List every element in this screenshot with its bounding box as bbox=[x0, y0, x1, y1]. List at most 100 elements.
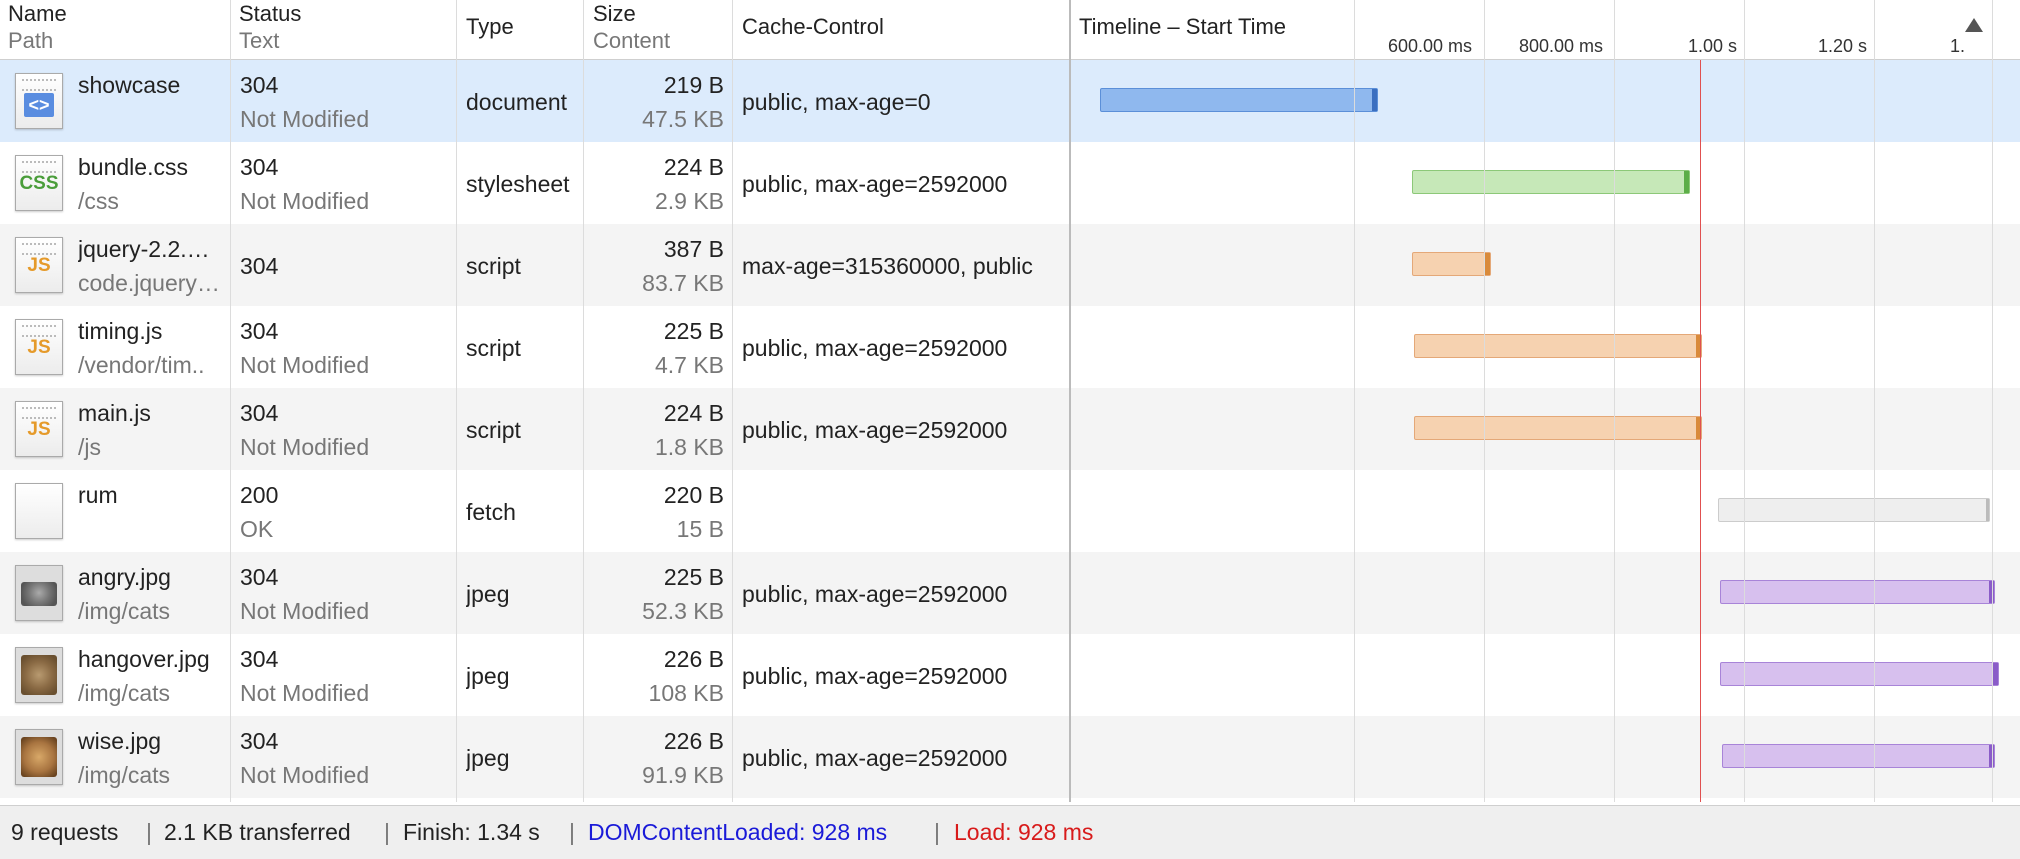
table-row[interactable]: <> showcase 304 Not Modified document 21… bbox=[0, 60, 2020, 142]
document-icon: <> bbox=[15, 73, 63, 129]
timeline-bar bbox=[1718, 498, 1990, 522]
timeline-bar bbox=[1412, 170, 1690, 194]
status-column-header[interactable]: Status Text bbox=[231, 0, 456, 59]
summary-separator: | bbox=[384, 819, 390, 845]
transfer-size: 219 B bbox=[663, 72, 724, 98]
timeline-gridline bbox=[1992, 0, 1993, 802]
resource-type: jpeg bbox=[466, 745, 510, 771]
timeline-bar bbox=[1720, 662, 1999, 686]
timeline-tick-label: 1.20 s bbox=[1818, 36, 1868, 56]
request-name: timing.js bbox=[78, 318, 163, 344]
type-column-header[interactable]: Type bbox=[458, 0, 583, 59]
status-code: 304 bbox=[240, 400, 279, 426]
timeline-bar bbox=[1412, 252, 1491, 276]
resource-type: document bbox=[466, 89, 568, 115]
table-row[interactable]: CSS bundle.css /css 304 Not Modified sty… bbox=[0, 142, 2020, 224]
content-size: 83.7 KB bbox=[642, 270, 724, 296]
sort-ascending-icon[interactable] bbox=[1965, 18, 1983, 32]
size-header-label: Size bbox=[593, 1, 636, 26]
request-count: 9 requests bbox=[11, 819, 119, 845]
status-text: Not Modified bbox=[240, 352, 370, 378]
request-path: /vendor/tim.. bbox=[78, 352, 205, 378]
resource-type: jpeg bbox=[466, 581, 510, 607]
column-divider[interactable] bbox=[1069, 0, 1071, 802]
status-text: OK bbox=[240, 516, 274, 542]
timeline-bar bbox=[1414, 334, 1702, 358]
transfer-size: 387 B bbox=[663, 236, 724, 262]
table-row[interactable]: JS jquery-2.2.… code.jquery… 304 script … bbox=[0, 224, 2020, 306]
table-row[interactable]: JS main.js /js 304 Not Modified script 2… bbox=[0, 388, 2020, 470]
status-text: Not Modified bbox=[240, 680, 370, 706]
request-name: hangover.jpg bbox=[78, 646, 210, 672]
request-name: showcase bbox=[78, 72, 181, 98]
status-code: 304 bbox=[240, 154, 279, 180]
timeline-bar bbox=[1414, 416, 1702, 440]
column-divider[interactable] bbox=[230, 0, 231, 802]
cache-control-value: public, max-age=2592000 bbox=[742, 581, 1008, 607]
table-row[interactable]: angry.jpg /img/cats 304 Not Modified jpe… bbox=[0, 552, 2020, 634]
name-header-label: Name bbox=[8, 1, 67, 26]
table-row[interactable]: rum 200 OK fetch 220 B 15 B bbox=[0, 470, 2020, 552]
domcontentloaded-time: DOMContentLoaded: 928 ms bbox=[588, 819, 888, 845]
transfer-size: 226 B bbox=[663, 646, 724, 672]
timeline-gridline bbox=[1744, 0, 1745, 802]
content-size: 2.9 KB bbox=[654, 188, 724, 214]
cat-image-icon bbox=[15, 729, 63, 785]
request-path: /img/cats bbox=[78, 598, 171, 624]
timeline-column-header[interactable]: Timeline – Start Time bbox=[1071, 0, 1351, 59]
request-name: rum bbox=[78, 482, 118, 508]
timeline-bar bbox=[1100, 88, 1378, 112]
content-size: 91.9 KB bbox=[642, 762, 724, 788]
resource-type: script bbox=[466, 335, 521, 361]
cache-control-header-label: Cache-Control bbox=[742, 14, 884, 39]
request-name: wise.jpg bbox=[78, 728, 162, 754]
timeline-tick-label: 1.00 s bbox=[1688, 36, 1738, 56]
column-header-row: Name Path Status Text Type Size Content … bbox=[0, 0, 2020, 60]
status-text: Not Modified bbox=[240, 188, 370, 214]
column-divider[interactable] bbox=[732, 0, 733, 802]
status-code: 200 bbox=[240, 482, 279, 508]
cache-control-column-header[interactable]: Cache-Control bbox=[734, 0, 1069, 59]
table-row[interactable]: wise.jpg /img/cats 304 Not Modified jpeg… bbox=[0, 716, 2020, 798]
js-file-icon: JS bbox=[15, 237, 63, 293]
status-code: 304 bbox=[240, 564, 279, 590]
column-divider[interactable] bbox=[456, 0, 457, 802]
status-code: 304 bbox=[240, 646, 279, 672]
column-divider[interactable] bbox=[583, 0, 584, 802]
transferred-size: 2.1 KB transferred bbox=[164, 819, 351, 845]
transfer-size: 226 B bbox=[663, 728, 724, 754]
cache-control-value: public, max-age=2592000 bbox=[742, 745, 1008, 771]
path-header-label: Path bbox=[8, 28, 54, 53]
transfer-size: 225 B bbox=[663, 318, 724, 344]
timeline-gridline bbox=[1354, 0, 1355, 802]
summary-separator: | bbox=[934, 819, 940, 845]
network-summary-bar: 9 requests | 2.1 KB transferred | Finish… bbox=[0, 805, 2020, 859]
status-code: 304 bbox=[240, 318, 279, 344]
content-size: 4.7 KB bbox=[654, 352, 724, 378]
text-header-label: Text bbox=[239, 28, 280, 53]
cache-control-value: max-age=315360000, public bbox=[742, 253, 1033, 279]
status-text: Not Modified bbox=[240, 762, 370, 788]
status-text: Not Modified bbox=[240, 598, 370, 624]
content-header-label: Content bbox=[593, 28, 671, 53]
content-size: 52.3 KB bbox=[642, 598, 724, 624]
transfer-size: 224 B bbox=[663, 400, 724, 426]
transfer-size: 224 B bbox=[663, 154, 724, 180]
transfer-size: 225 B bbox=[663, 564, 724, 590]
table-row[interactable]: JS timing.js /vendor/tim.. 304 Not Modif… bbox=[0, 306, 2020, 388]
request-path: code.jquery… bbox=[78, 270, 220, 296]
table-row[interactable]: hangover.jpg /img/cats 304 Not Modified … bbox=[0, 634, 2020, 716]
timeline-gridline bbox=[1614, 0, 1615, 802]
js-file-icon: JS bbox=[15, 401, 63, 457]
request-path: /img/cats bbox=[78, 762, 171, 788]
name-column-header[interactable]: Name Path bbox=[0, 0, 230, 59]
status-code: 304 bbox=[240, 253, 279, 279]
content-size: 47.5 KB bbox=[642, 106, 724, 132]
transfer-size: 220 B bbox=[663, 482, 724, 508]
size-column-header[interactable]: Size Content bbox=[585, 0, 732, 59]
timeline-gridline bbox=[1874, 0, 1875, 802]
network-panel: Name Path Status Text Type Size Content … bbox=[0, 0, 2020, 859]
cat-image-icon bbox=[15, 565, 63, 621]
cache-control-value: public, max-age=2592000 bbox=[742, 417, 1008, 443]
timeline-gridline bbox=[1484, 0, 1485, 802]
